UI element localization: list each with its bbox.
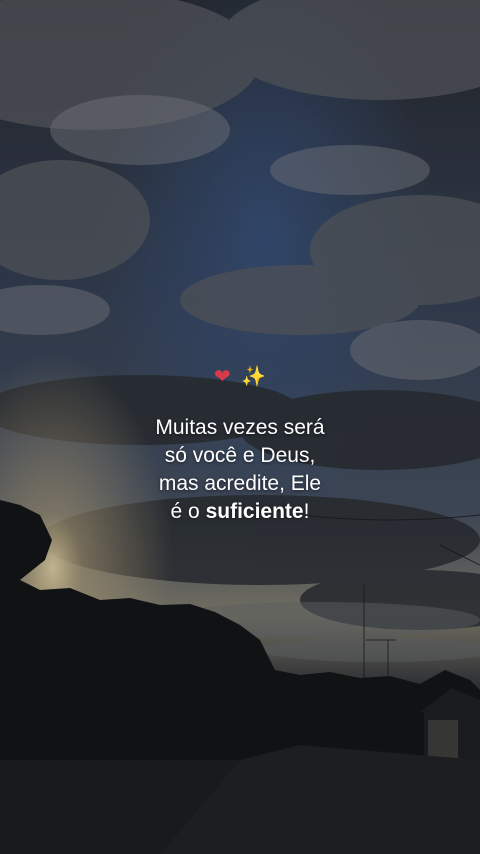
quote-line-2: só você e Deus, xyxy=(164,444,316,467)
sparkles-icon: ✨ xyxy=(241,364,267,388)
quote-line-3: mas acredite, Ele xyxy=(158,472,322,495)
quote-line-4: é o suficiente! xyxy=(60,498,420,526)
story-frame: ❤ ✨ Muitas vezes será só você e Deus, ma… xyxy=(0,0,480,854)
heart-ribbon-icon: ❤ xyxy=(213,364,231,388)
quote-emphasis: suficiente xyxy=(205,500,304,523)
quote-text: Muitas vezes será só você e Deus, mas ac… xyxy=(60,414,420,526)
emoji-row: ❤ ✨ xyxy=(0,362,480,390)
quote-line-1: Muitas vezes será xyxy=(155,416,325,439)
quote-line-4-suffix: ! xyxy=(303,500,310,523)
quote-line-4-prefix: é o xyxy=(170,500,206,523)
